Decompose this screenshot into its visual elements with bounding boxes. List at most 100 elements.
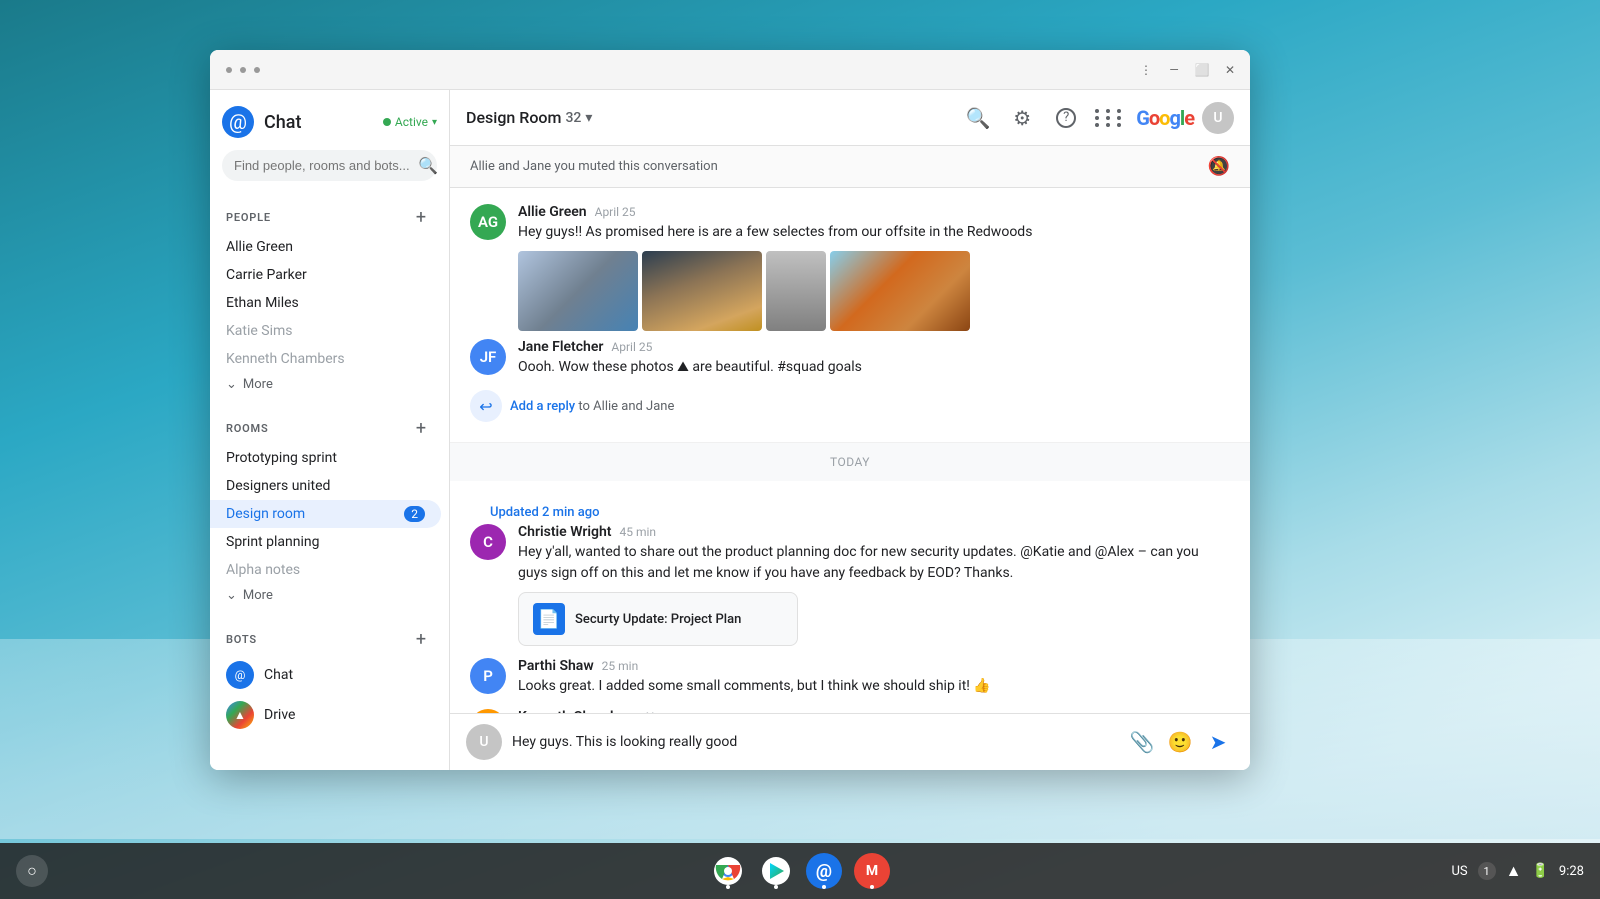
taskbar-left: ○: [16, 855, 48, 887]
chrome-icon: [714, 857, 742, 885]
sidebar-item-carrie-parker[interactable]: Carrie Parker: [210, 261, 449, 289]
add-reply-text: Add a reply to Allie and Jane: [510, 399, 674, 414]
sidebar-item-alpha-notes[interactable]: Alpha notes: [210, 556, 449, 584]
title-bar: ⋮ — ⬜ ✕: [210, 50, 1250, 90]
taskbar-gmail[interactable]: M: [852, 851, 892, 891]
people-section-label: PEOPLE: [226, 211, 271, 224]
people-more-button[interactable]: ⌄ More: [210, 373, 449, 396]
sidebar-item-designers-united[interactable]: Designers united: [210, 472, 449, 500]
launcher-icon: ○: [27, 861, 37, 881]
add-reply-link[interactable]: Add a reply: [510, 399, 575, 414]
photo-thumb-1[interactable]: [518, 251, 638, 331]
more-label: More: [243, 588, 273, 603]
help-button[interactable]: ?: [1048, 100, 1084, 136]
msg-time: 45 min: [620, 525, 657, 539]
doc-title: Securty Update: Project Plan: [575, 612, 741, 627]
search-box[interactable]: 🔍: [222, 150, 437, 181]
google-logo: Google: [1136, 106, 1194, 130]
compose-input[interactable]: [512, 734, 1116, 750]
msg-time: April 25: [595, 205, 636, 219]
add-person-button[interactable]: +: [409, 205, 433, 229]
photo-thumb-3[interactable]: [766, 251, 826, 331]
msg-content: Christie Wright 45 min Hey y'all, wanted…: [518, 524, 1230, 646]
muted-text: Allie and Jane you muted this conversati…: [470, 159, 718, 174]
user-avatar[interactable]: U: [1202, 102, 1234, 134]
add-room-button[interactable]: +: [409, 416, 433, 440]
bots-section: BOTS + @ Chat ▲ Drive: [210, 615, 449, 743]
room-name: Prototyping sprint: [226, 450, 337, 466]
sidebar-item-sprint-planning[interactable]: Sprint planning: [210, 528, 449, 556]
messages-area[interactable]: Allie and Jane you muted this conversati…: [450, 146, 1250, 713]
maximize-button[interactable]: ⬜: [1190, 58, 1214, 82]
message-thread-today: Updated 2 min ago C Christie Wright 45 m…: [450, 481, 1250, 713]
people-section: PEOPLE + Allie Green Carrie Parker Ethan…: [210, 193, 449, 404]
app-dot: [870, 885, 874, 889]
title-dot-1: [226, 67, 232, 73]
person-name: Kenneth Chambers: [226, 351, 345, 367]
rooms-more-button[interactable]: ⌄ More: [210, 584, 449, 607]
bot-item-chat[interactable]: @ Chat: [210, 655, 449, 695]
compose-area: U 📎 🙂 ➤: [450, 713, 1250, 770]
send-button[interactable]: ➤: [1202, 726, 1234, 758]
room-name: Designers united: [226, 478, 330, 494]
more-options-button[interactable]: ⋮: [1134, 58, 1158, 82]
app-dot: [774, 885, 778, 889]
sidebar-item-ethan-miles[interactable]: Ethan Miles: [210, 289, 449, 317]
sidebar-item-allie-green[interactable]: Allie Green: [210, 233, 449, 261]
sidebar-item-design-room[interactable]: Design room 2: [210, 500, 441, 528]
msg-content: Parthi Shaw 25 min Looks great. I added …: [518, 658, 1230, 697]
updated-notice: Updated 2 min ago: [470, 497, 1230, 524]
chevron-down-icon: ▾: [432, 117, 437, 128]
active-label: Active: [395, 115, 428, 129]
apps-button[interactable]: [1092, 100, 1128, 136]
active-status-badge[interactable]: Active ▾: [383, 115, 437, 129]
today-divider: TODAY: [450, 443, 1250, 481]
emoji-button[interactable]: 🙂: [1164, 726, 1196, 758]
person-name: Allie Green: [226, 239, 293, 255]
room-name: Design room: [226, 506, 305, 522]
app-dot: [726, 885, 730, 889]
room-name: Alpha notes: [226, 562, 300, 578]
sender-name: Jane Fletcher: [518, 339, 603, 355]
close-button[interactable]: ✕: [1218, 58, 1242, 82]
minimize-button[interactable]: —: [1162, 58, 1186, 82]
attach-file-button[interactable]: 📎: [1126, 726, 1158, 758]
rooms-section: ROOMS + Prototyping sprint Designers uni…: [210, 404, 449, 615]
wifi-icon: ▲: [1506, 861, 1522, 881]
photo-thumb-2[interactable]: [642, 251, 762, 331]
add-bot-button[interactable]: +: [409, 627, 433, 651]
person-name: Carrie Parker: [226, 267, 307, 283]
more-label: More: [243, 377, 273, 392]
photo-thumb-4[interactable]: [830, 251, 970, 331]
chevron-down-icon[interactable]: ▾: [585, 110, 592, 126]
search-icon: 🔍: [418, 156, 438, 175]
bot-name: Chat: [264, 667, 293, 683]
chat-room-title: Design Room 32 ▾: [466, 108, 592, 127]
search-input[interactable]: [234, 158, 410, 173]
launcher-button[interactable]: ○: [16, 855, 48, 887]
taskbar-chrome[interactable]: [708, 851, 748, 891]
sidebar-item-katie-sims[interactable]: Katie Sims: [210, 317, 449, 345]
taskbar-play-store[interactable]: [756, 851, 796, 891]
app-body: @ Chat Active ▾ 🔍 PEOPLE +: [210, 90, 1250, 770]
add-reply-row: ↩ Add a reply to Allie and Jane: [470, 386, 1230, 426]
chat-logo: @: [222, 106, 254, 138]
member-count: 32: [565, 110, 581, 126]
msg-content: Jane Fletcher April 25 Oooh. Wow these p…: [518, 339, 1230, 378]
bot-item-drive[interactable]: ▲ Drive: [210, 695, 449, 735]
search-button[interactable]: 🔍: [960, 100, 996, 136]
doc-card[interactable]: 📄 Securty Update: Project Plan: [518, 592, 798, 646]
mute-icon[interactable]: 🔕: [1208, 156, 1230, 177]
clock: 9:28: [1559, 864, 1584, 879]
msg-text: Oooh. Wow these photos ⛰ are beautiful. …: [518, 357, 1230, 378]
taskbar-gmail-chat[interactable]: @: [804, 851, 844, 891]
bot-name: Drive: [264, 707, 295, 723]
bots-section-label: BOTS: [226, 633, 257, 646]
message-thread-photos: AG Allie Green April 25 Hey guys!! As pr…: [450, 188, 1250, 443]
settings-button[interactable]: ⚙: [1004, 100, 1040, 136]
sidebar-item-kenneth-chambers[interactable]: Kenneth Chambers: [210, 345, 449, 373]
msg-header: Jane Fletcher April 25: [518, 339, 1230, 355]
sidebar-item-prototyping-sprint[interactable]: Prototyping sprint: [210, 444, 449, 472]
gmail-chat-icon: @: [806, 853, 842, 889]
avatar-parthi-shaw: P: [470, 658, 506, 694]
